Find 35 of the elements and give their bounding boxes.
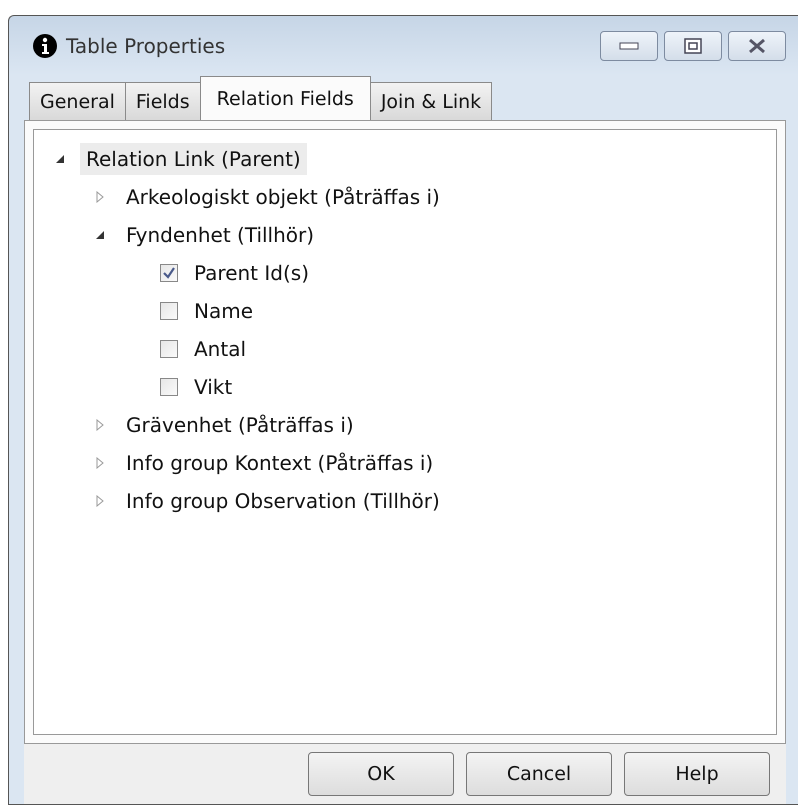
checkbox-label: Vikt <box>193 374 234 401</box>
tab[interactable]: Fields <box>124 82 201 120</box>
minimize-icon <box>619 41 639 51</box>
restore-icon <box>684 38 702 54</box>
tab[interactable]: General <box>29 82 126 120</box>
tree-item[interactable]: Grävenhet (Påträffas i) <box>120 409 360 441</box>
checkbox[interactable] <box>160 378 178 396</box>
checkbox[interactable] <box>160 264 178 282</box>
checkbox[interactable] <box>160 340 178 358</box>
tree-item[interactable]: Info group Kontext (Påträffas i) <box>120 447 440 479</box>
checkbox-label: Name <box>193 298 254 325</box>
dialog-button[interactable]: Help <box>624 752 770 796</box>
tree-item[interactable]: Fyndenhet (Tillhör) <box>120 219 320 251</box>
tree-item[interactable]: Info group Observation (Tillhör) <box>120 485 446 517</box>
dialog-button[interactable]: OK <box>308 752 454 796</box>
collapse-triangle-icon[interactable] <box>54 153 66 165</box>
close-button[interactable] <box>728 31 786 61</box>
tree-item[interactable]: Arkeologiskt objekt (Påträffas i) <box>120 181 446 213</box>
dialog-button[interactable]: Cancel <box>466 752 612 796</box>
info-icon <box>32 33 58 59</box>
restore-button[interactable] <box>664 31 722 61</box>
tab[interactable]: Relation Fields <box>200 76 371 120</box>
window-title: Table Properties <box>66 34 226 58</box>
close-icon <box>747 38 767 54</box>
expand-triangle-icon[interactable] <box>94 419 106 431</box>
tree-item[interactable]: Relation Link (Parent) <box>80 143 307 175</box>
checkbox-label: Parent Id(s) <box>193 260 310 287</box>
tab[interactable]: Join & Link <box>370 82 492 120</box>
collapse-triangle-icon[interactable] <box>94 229 106 241</box>
checkbox[interactable] <box>160 302 178 320</box>
expand-triangle-icon[interactable] <box>94 191 106 203</box>
expand-triangle-icon[interactable] <box>94 495 106 507</box>
minimize-button[interactable] <box>600 31 658 61</box>
expand-triangle-icon[interactable] <box>94 457 106 469</box>
checkbox-label: Antal <box>193 336 248 363</box>
